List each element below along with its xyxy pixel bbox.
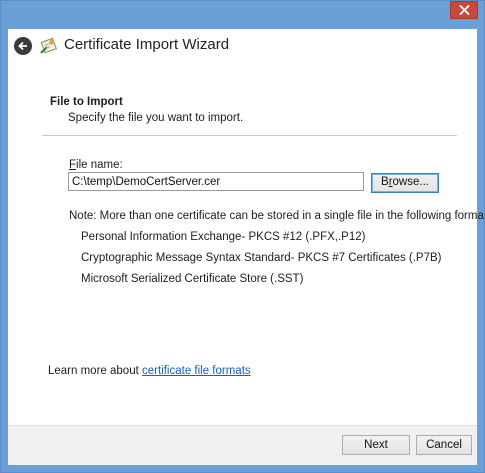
close-icon [459,5,470,15]
file-name-label: File name: [69,159,123,171]
close-button[interactable] [450,1,478,19]
next-button[interactable]: Next [342,435,410,455]
back-arrow-icon [18,41,27,51]
wizard-header: Certificate Import Wizard [8,29,477,63]
wizard-content: File to Import Specify the file you want… [8,63,484,425]
section-subtitle: Specify the file you want to import. [68,112,244,124]
cancel-button[interactable]: Cancel [416,435,472,455]
file-name-label-accesskey: F [69,159,77,171]
certificate-file-formats-link[interactable]: certificate file formats [142,365,251,377]
browse-button[interactable]: Browse... [371,173,439,193]
section-title: File to Import [50,96,123,108]
format-item: Cryptographic Message Syntax Standard- P… [81,252,442,264]
browse-label-before: B [381,176,389,188]
formats-note: Note: More than one certificate can be s… [69,210,485,222]
learn-more-text: Learn more about certificate file format… [48,365,251,377]
learn-more-prefix: Learn more about [48,365,139,377]
wizard-window: Certificate Import Wizard File to Import… [0,0,485,473]
format-item: Microsoft Serialized Certificate Store (… [81,273,304,285]
certificate-wizard-icon [40,37,57,54]
file-name-label-text: ile name: [76,159,123,171]
file-name-input[interactable] [68,172,364,191]
format-item: Personal Information Exchange- PKCS #12 … [81,231,366,243]
back-button[interactable] [14,37,32,55]
divider [42,135,457,136]
window-title: Certificate Import Wizard [64,36,230,53]
button-bar: Next Cancel [8,425,477,465]
browse-label-after: owse... [392,176,429,188]
